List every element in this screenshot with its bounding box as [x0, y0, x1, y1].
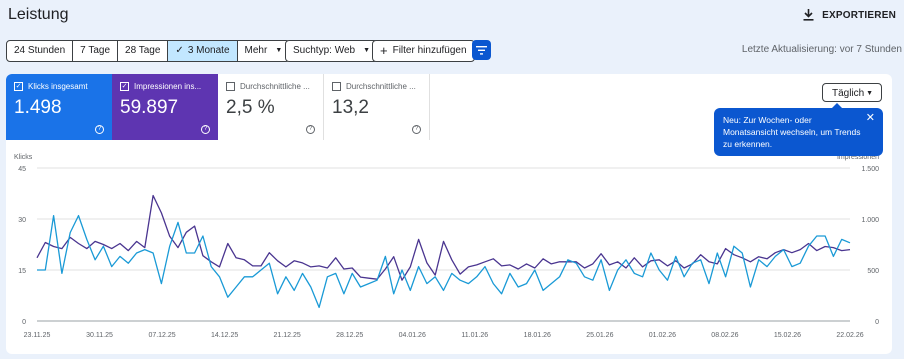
x-tick-label: 14.12.25 — [211, 332, 238, 339]
plus-icon: + — [380, 43, 388, 58]
filter-settings-button[interactable] — [472, 40, 491, 60]
granularity-dropdown[interactable]: Täglich ▼ — [822, 83, 882, 102]
x-tick-label: 01.02.26 — [649, 332, 676, 339]
x-tick-label: 04.01.26 — [399, 332, 426, 339]
help-icon[interactable]: ? — [95, 125, 104, 134]
metric-card-ctr[interactable]: Durchschnittliche ... 2,5 % ? — [218, 74, 324, 140]
metric-label: Durchschnittliche ... — [240, 82, 310, 91]
x-tick-label: 28.12.25 — [336, 332, 363, 339]
date-range-selector: 24 Stunden 7 Tage 28 Tage ✓ 3 Monate Meh… — [6, 40, 291, 62]
checkbox-checked-icon[interactable]: ✓ — [14, 82, 23, 91]
metric-card-clicks[interactable]: ✓ Klicks insgesamt 1.498 ? — [6, 74, 112, 140]
filter-bar: 24 Stunden 7 Tage 28 Tage ✓ 3 Monate Meh… — [0, 40, 904, 62]
x-tick-label: 15.02.26 — [774, 332, 801, 339]
y-axis-label-left: Klicks — [14, 154, 33, 161]
add-filter-button[interactable]: + Filter hinzufügen — [372, 40, 475, 62]
page-title: Leistung — [8, 6, 69, 23]
filter-icon — [476, 45, 487, 55]
range-7d-button[interactable]: 7 Tage — [73, 41, 119, 61]
metric-card-impressions[interactable]: ✓ Impressionen ins... 59.897 ? — [112, 74, 218, 140]
export-label: EXPORTIEREN — [822, 9, 896, 21]
range-28d-label: 28 Tage — [125, 45, 161, 56]
x-tick-label: 07.12.25 — [148, 332, 175, 339]
x-tick-label: 08.02.26 — [711, 332, 738, 339]
search-type-dropdown[interactable]: Suchtyp: Web ▼ — [285, 40, 379, 62]
close-icon[interactable]: ✕ — [866, 112, 875, 124]
range-more-label: Mehr — [244, 45, 268, 56]
y-tick-right-label: 1.000 — [861, 217, 879, 224]
caret-down-icon: ▼ — [866, 90, 873, 97]
download-icon — [803, 9, 814, 21]
metric-label: Klicks insgesamt — [28, 82, 88, 91]
x-tick-label: 23.11.25 — [24, 332, 51, 339]
add-filter-label: Filter hinzufügen — [392, 45, 467, 56]
y-tick-left-label: 15 — [18, 268, 26, 275]
y-tick-right-label: 0 — [875, 319, 879, 326]
clicks-series-line — [37, 214, 851, 309]
range-more-button[interactable]: Mehr ▼ — [238, 41, 290, 61]
range-3m-label: 3 Monate — [187, 45, 230, 56]
metric-label: Impressionen ins... — [134, 82, 202, 91]
top-bar: Leistung EXPORTIEREN — [0, 0, 904, 30]
tooltip-text: Neu: Zur Wochen- oder Monatsansicht wech… — [723, 115, 861, 149]
metric-value: 59.897 — [120, 97, 179, 118]
x-tick-label: 25.01.26 — [586, 332, 613, 339]
range-24h-button[interactable]: 24 Stunden — [7, 41, 74, 61]
export-button[interactable]: EXPORTIEREN — [803, 9, 896, 21]
check-icon: ✓ — [175, 45, 184, 56]
y-tick-left-label: 30 — [18, 217, 26, 224]
x-tick-label: 30.11.25 — [86, 332, 113, 339]
last-update-text: Letzte Aktualisierung: vor 7 Stunden — [741, 44, 902, 55]
metric-value: 13,2 — [332, 97, 369, 118]
range-3m-button[interactable]: ✓ 3 Monate — [168, 41, 238, 61]
performance-chart: 015304505001.0001.500Klicks Impressionen2… — [14, 154, 879, 339]
y-tick-left-label: 45 — [18, 166, 26, 173]
granularity-label: Täglich — [832, 88, 865, 99]
help-icon[interactable]: ? — [412, 125, 421, 134]
x-tick-label: 11.01.26 — [461, 332, 488, 339]
x-tick-label: 18.01.26 — [524, 332, 551, 339]
help-icon[interactable]: ? — [201, 125, 210, 134]
search-type-label: Suchtyp: Web — [293, 45, 356, 56]
checkbox-checked-icon[interactable]: ✓ — [120, 82, 129, 91]
metric-card-position[interactable]: Durchschnittliche ... 13,2 ? — [324, 74, 430, 140]
y-tick-left-label: 0 — [22, 319, 26, 326]
x-tick-label: 22.02.26 — [836, 332, 863, 339]
y-tick-right-label: 1.500 — [861, 166, 879, 173]
range-28d-button[interactable]: 28 Tage — [118, 41, 169, 61]
caret-down-icon: ▼ — [275, 47, 283, 54]
metric-label: Durchschnittliche ... — [346, 82, 416, 91]
metric-value: 1.498 — [14, 97, 62, 118]
caret-down-icon: ▼ — [363, 47, 371, 54]
checkbox-unchecked-icon[interactable] — [226, 82, 235, 91]
help-icon[interactable]: ? — [306, 125, 315, 134]
range-7d-label: 7 Tage — [80, 45, 111, 56]
granularity-tooltip: Neu: Zur Wochen- oder Monatsansicht wech… — [714, 103, 883, 156]
x-tick-label: 21.12.25 — [274, 332, 301, 339]
range-24h-label: 24 Stunden — [14, 45, 66, 56]
metric-value: 2,5 % — [226, 97, 275, 118]
y-tick-right-label: 500 — [867, 268, 879, 275]
checkbox-unchecked-icon[interactable] — [332, 82, 341, 91]
